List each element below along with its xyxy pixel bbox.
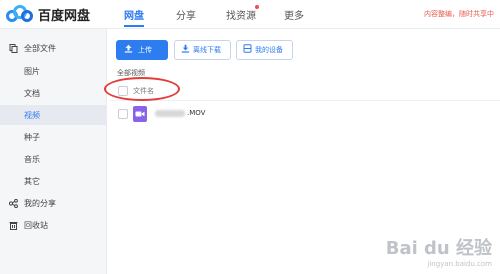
sidebar-item-label: 其它: [24, 176, 40, 186]
sidebar-item-label: 种子: [24, 132, 40, 142]
upload-label: 上传: [138, 46, 152, 54]
trash-icon: [9, 221, 18, 230]
sidebar-item-all-files[interactable]: 全部文件: [0, 38, 106, 58]
notification-dot: [255, 5, 259, 9]
file-stack-icon: [9, 43, 18, 53]
sidebar-item-label: 我的分享: [24, 198, 56, 208]
sidebar-item-videos[interactable]: 视频: [0, 105, 106, 125]
redacted-filename: [155, 110, 185, 117]
watermark-sub: jingyan.baidu.com: [427, 260, 492, 268]
sidebar-item-label: 回收站: [24, 220, 48, 230]
sidebar-item-label: 图片: [24, 66, 40, 76]
watermark: Bai du 经验 jingyan.baidu.com: [386, 234, 492, 268]
sidebar-item-documents[interactable]: 文档: [0, 83, 106, 103]
sidebar-item-music[interactable]: 音乐: [0, 149, 106, 169]
offline-download-label: 离线下载: [193, 46, 221, 54]
sidebar-item-torrents[interactable]: 种子: [0, 127, 106, 147]
watermark-main: Bai du 经验: [385, 238, 492, 259]
my-devices-button[interactable]: 我的设备: [236, 40, 293, 60]
sidebar-item-label: 视频: [24, 110, 40, 120]
divider: [109, 100, 500, 101]
app-logo[interactable]: 百度网盘: [6, 4, 90, 24]
sidebar-item-other[interactable]: 其它: [0, 171, 106, 191]
sidebar-item-my-shares[interactable]: 我的分享: [0, 193, 106, 213]
sidebar-item-images[interactable]: 图片: [0, 61, 106, 81]
nav-more[interactable]: 更多: [284, 7, 304, 22]
row-checkbox[interactable]: [118, 109, 128, 119]
nav-active-indicator: [124, 25, 144, 27]
top-bar: 百度网盘 网盘 分享 找资源 更多 内容整编，随时共享中: [0, 0, 500, 29]
nav-share[interactable]: 分享: [176, 7, 196, 22]
sidebar-item-label: 文档: [24, 88, 40, 98]
share-icon: [9, 198, 18, 208]
offline-download-button[interactable]: 离线下载: [174, 40, 231, 60]
table-row[interactable]: .MOV: [109, 104, 500, 124]
sidebar-item-label: 全部文件: [24, 43, 56, 53]
my-devices-label: 我的设备: [255, 46, 283, 54]
sidebar-item-label: 音乐: [24, 154, 40, 164]
sidebar-item-recycle-bin[interactable]: 回收站: [0, 215, 106, 235]
download-icon: [181, 44, 190, 56]
nav-netdisk[interactable]: 网盘: [124, 7, 144, 22]
annotation-ellipse: [104, 77, 180, 101]
nav-find-resources[interactable]: 找资源: [226, 7, 256, 22]
notice-link[interactable]: 内容整编，随时共享中: [424, 9, 494, 19]
baidu-cloud-logo-icon: [6, 5, 34, 23]
app-name: 百度网盘: [38, 8, 91, 24]
video-file-icon: [133, 106, 147, 122]
file-name[interactable]: .MOV: [187, 109, 205, 117]
upload-icon: [124, 44, 133, 56]
sidebar: 全部文件 图片 文档 视频 种子 音乐 其它 我的分享 回收站: [0, 29, 107, 274]
device-icon: [243, 44, 252, 56]
upload-button[interactable]: 上传: [116, 40, 168, 60]
